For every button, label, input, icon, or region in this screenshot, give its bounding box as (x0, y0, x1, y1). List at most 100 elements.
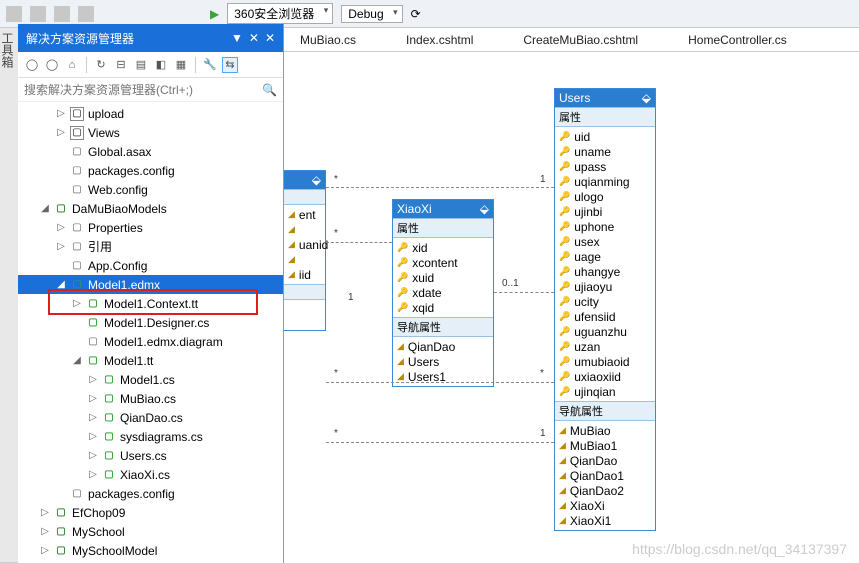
property[interactable]: 🔑ufensiid (559, 309, 651, 324)
back-icon[interactable]: ◯ (24, 57, 40, 73)
tree-node[interactable]: ▷▢EfChop09 (18, 503, 283, 522)
tree-node[interactable]: ▷▢MuBiao.cs (18, 389, 283, 408)
wrench-icon[interactable]: 🔧 (202, 57, 218, 73)
tool-icon[interactable]: ⟳ (411, 7, 421, 21)
tree-node[interactable]: ▢packages.config (18, 161, 283, 180)
property[interactable]: 🔑xid (397, 240, 489, 255)
tool-icon[interactable] (30, 6, 46, 22)
browser-dropdown[interactable]: 360安全浏览器 (227, 3, 333, 24)
tree-node[interactable]: ▷▢Properties (18, 218, 283, 237)
tree-node[interactable]: ▢App.Config (18, 256, 283, 275)
tree-node[interactable]: ▷▢MySchool (18, 522, 283, 541)
collapse-icon[interactable]: ⊟ (113, 57, 129, 73)
tree-node[interactable]: ▷▢Users.cs (18, 446, 283, 465)
tree-node[interactable]: ▷▢Model1.cs (18, 370, 283, 389)
tree-node[interactable]: ▷▢MySchoolModel (18, 541, 283, 560)
property[interactable]: ◢ (288, 252, 321, 267)
tree-node[interactable]: ▷▢QianDao.cs (18, 408, 283, 427)
property[interactable]: 🔑ujinbi (559, 204, 651, 219)
entity-users[interactable]: Users⬙ 属性 🔑uid🔑uname🔑upass🔑uqianming🔑ulo… (554, 88, 656, 531)
property[interactable]: 🔑uage (559, 249, 651, 264)
tree-node[interactable]: ▢packages.config (18, 484, 283, 503)
tool-icon[interactable]: ▦ (173, 57, 189, 73)
property[interactable]: 🔑xdate (397, 285, 489, 300)
tool-icon[interactable] (78, 6, 94, 22)
property[interactable]: 🔑uphone (559, 219, 651, 234)
search-icon[interactable]: 🔍 (262, 83, 277, 97)
property[interactable]: 🔑ujiaoyu (559, 279, 651, 294)
property[interactable]: 🔑ulogo (559, 189, 651, 204)
property[interactable]: 🔑usex (559, 234, 651, 249)
collapse-icon[interactable]: ⬙ (312, 173, 321, 187)
property[interactable]: 🔑uxiaoxiid (559, 369, 651, 384)
collapse-icon[interactable]: ⬙ (642, 91, 651, 105)
tree-node[interactable]: ◢▢Model1.tt (18, 351, 283, 370)
tree-node[interactable]: ▷▢Model1.Context.tt (18, 294, 283, 313)
property[interactable]: 🔑umubiaoid (559, 354, 651, 369)
property[interactable]: 🔑uhangye (559, 264, 651, 279)
property[interactable]: 🔑upass (559, 159, 651, 174)
tree-node[interactable]: ▢Model1.edmx.diagram (18, 332, 283, 351)
property[interactable]: 🔑ucity (559, 294, 651, 309)
entity-xiaoxi[interactable]: XiaoXi⬙ 属性 🔑xid🔑xcontent🔑xuid🔑xdate🔑xqid… (392, 199, 494, 387)
property[interactable]: ◢uanid (288, 237, 321, 252)
tool-icon[interactable] (6, 6, 22, 22)
search-input[interactable] (24, 83, 262, 97)
property[interactable]: 🔑uzan (559, 339, 651, 354)
collapse-icon[interactable]: ⬙ (480, 202, 489, 216)
section-label: 属性 (393, 218, 493, 238)
fwd-icon[interactable]: ◯ (44, 57, 60, 73)
property[interactable]: ◢XiaoXi (559, 498, 651, 513)
property[interactable]: ◢ (288, 222, 321, 237)
connector (326, 442, 554, 443)
tree-node[interactable]: ◢▢DaMuBiaoModels (18, 199, 283, 218)
tab[interactable]: MuBiao.cs (300, 33, 356, 47)
property[interactable]: 🔑uqianming (559, 174, 651, 189)
play-icon[interactable]: ▶ (210, 7, 219, 21)
left-gutter[interactable]: 工具箱数据源服务器资源管理器 (0, 28, 18, 563)
tree-node[interactable]: ▷▢Views (18, 123, 283, 142)
refresh-icon[interactable]: ↻ (93, 57, 109, 73)
property[interactable]: ◢iid (288, 267, 321, 282)
section-label: 导航属性 (393, 317, 493, 337)
close-icon[interactable]: ✕ (265, 31, 275, 45)
property[interactable]: ◢MuBiao1 (559, 438, 651, 453)
pin-icon[interactable]: ✕ (249, 31, 259, 45)
tree-node[interactable]: ▢Global.asax (18, 142, 283, 161)
show-icon[interactable]: ▤ (133, 57, 149, 73)
property[interactable]: 🔑uguanzhu (559, 324, 651, 339)
property[interactable]: ◢Users (397, 354, 489, 369)
sync-icon[interactable]: ⇆ (222, 57, 238, 73)
dropdown-icon[interactable]: ▼ (231, 31, 243, 45)
tree-node[interactable]: ◢▢Model1.edmx (18, 275, 283, 294)
property[interactable]: ◢XiaoXi1 (559, 513, 651, 528)
search-box[interactable]: 🔍 (18, 78, 283, 102)
tree-node[interactable]: ▷▢引用 (18, 237, 283, 256)
property[interactable]: 🔑ujinqian (559, 384, 651, 399)
tree-node[interactable]: ▷▢XiaoXi.cs (18, 465, 283, 484)
config-dropdown[interactable]: Debug (341, 5, 402, 23)
tab[interactable]: Index.cshtml (406, 33, 473, 47)
tree-node[interactable]: ▢Web.config (18, 180, 283, 199)
property[interactable]: 🔑xcontent (397, 255, 489, 270)
tab[interactable]: HomeController.cs (688, 33, 787, 47)
property[interactable]: ◢QianDao (397, 339, 489, 354)
property[interactable]: ◢QianDao (559, 453, 651, 468)
property[interactable]: 🔑uname (559, 144, 651, 159)
property[interactable]: ◢ent (288, 207, 321, 222)
tree-node[interactable]: ▷▢sysdiagrams.cs (18, 427, 283, 446)
property[interactable]: ◢QianDao2 (559, 483, 651, 498)
tool-icon[interactable]: ◧ (153, 57, 169, 73)
property[interactable]: ◢QianDao1 (559, 468, 651, 483)
home-icon[interactable]: ⌂ (64, 57, 80, 73)
entity-partial[interactable]: ⬙ ◢ent◢◢uanid◢◢iid (284, 170, 326, 331)
tree-node[interactable]: ▷▢upload (18, 104, 283, 123)
property[interactable]: 🔑uid (559, 129, 651, 144)
edmx-diagram[interactable]: ⬙ ◢ent◢◢uanid◢◢iid XiaoXi⬙ 属性 🔑xid🔑xcont… (284, 52, 859, 563)
tab[interactable]: CreateMuBiao.cshtml (523, 33, 638, 47)
property[interactable]: 🔑xuid (397, 270, 489, 285)
tree-node[interactable]: ▢Model1.Designer.cs (18, 313, 283, 332)
property[interactable]: ◢MuBiao (559, 423, 651, 438)
tool-icon[interactable] (54, 6, 70, 22)
property[interactable]: 🔑xqid (397, 300, 489, 315)
